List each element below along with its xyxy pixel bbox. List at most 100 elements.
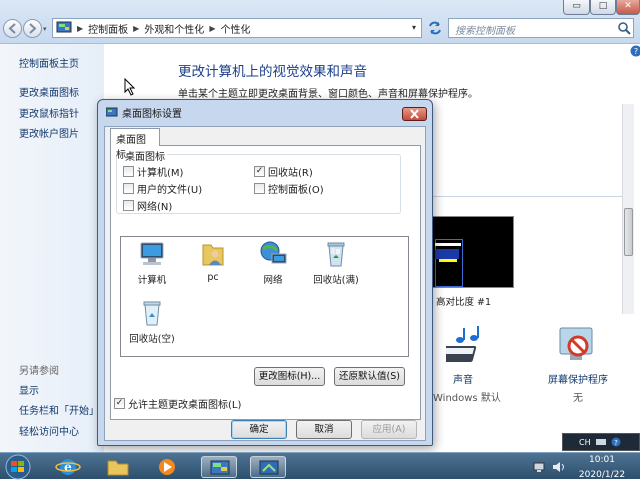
list-item[interactable]: pc: [185, 240, 241, 283]
folder-icon: [100, 456, 136, 478]
maximize-button[interactable]: □: [590, 0, 616, 15]
sidebar-link-taskbar[interactable]: 任务栏和「开始」: [19, 402, 99, 417]
checkbox-network[interactable]: 网络(N): [123, 198, 172, 213]
checkbox-label: 控制面板(O): [268, 181, 324, 196]
search-icon[interactable]: [617, 21, 631, 35]
list-item[interactable]: 回收站(空): [124, 299, 180, 345]
apply-button[interactable]: 应用(A): [361, 420, 417, 439]
ok-button[interactable]: 确定: [231, 420, 287, 439]
cancel-button[interactable]: 取消: [296, 420, 352, 439]
breadcrumb-item[interactable]: 控制面板: [88, 21, 128, 36]
screensaver-link[interactable]: 屏幕保护程序: [548, 371, 608, 386]
checkbox-control-panel[interactable]: 控制面板(O): [254, 181, 324, 196]
taskbar-item-desktop-icon-settings[interactable]: [250, 456, 286, 478]
recent-pages-chevron-icon[interactable]: ▾: [43, 25, 47, 33]
forward-button[interactable]: [23, 19, 42, 38]
breadcrumb-item[interactable]: 外观和个性化: [144, 21, 204, 36]
sidebar-link-desktop-icons[interactable]: 更改桌面图标: [19, 84, 79, 99]
address-dropdown-icon[interactable]: ▾: [412, 23, 416, 32]
breadcrumb-separator-icon: ▶: [209, 24, 215, 33]
start-button-icon[interactable]: [4, 454, 32, 480]
help-icon[interactable]: ?: [630, 45, 640, 57]
dialog-close-button[interactable]: [402, 107, 427, 121]
tab-desktop-icons[interactable]: 桌面图标: [110, 128, 160, 146]
ime-language[interactable]: CH: [579, 438, 591, 447]
desktop-icons-group: 桌面图标 计算机(M) ✓回收站(R) 用户的文件(U) 控制面板(O) 网络(…: [116, 154, 401, 214]
sidebar-link-display[interactable]: 显示: [19, 382, 39, 397]
taskbar-item-ie[interactable]: e: [50, 456, 86, 478]
svg-text:?: ?: [634, 47, 638, 56]
restore-default-button[interactable]: 还原默认值(S): [334, 367, 405, 386]
theme-preview-title: [435, 249, 459, 259]
checkbox-label: 计算机(M): [137, 164, 183, 179]
checkbox-label: 允许主题更改桌面图标(L): [128, 396, 241, 411]
media-player-icon: [149, 456, 185, 478]
checkbox-box[interactable]: [123, 200, 134, 211]
refresh-button[interactable]: [426, 20, 444, 36]
checkbox-user-files[interactable]: 用户的文件(U): [123, 181, 202, 196]
recycle-bin-full-icon: [321, 240, 351, 268]
theme-thumbnail-high-contrast[interactable]: [432, 216, 514, 288]
screensaver-icon[interactable]: [556, 324, 596, 366]
checkbox-label: 用户的文件(U): [137, 181, 202, 196]
sidebar-link-home[interactable]: 控制面板主页: [19, 55, 79, 70]
volume-icon[interactable]: [552, 461, 566, 473]
checkbox-box-checked[interactable]: ✓: [114, 398, 125, 409]
theme-preview-bar: [435, 243, 461, 246]
list-item[interactable]: 计算机: [124, 240, 180, 286]
sidebar: 控制面板主页 更改桌面图标 更改鼠标指针 更改帐户图片 另请参阅 显示 任务栏和…: [0, 44, 104, 452]
taskbar-item-explorer[interactable]: [100, 456, 136, 478]
system-clock[interactable]: 10:01 2020/1/22: [572, 454, 632, 481]
divider: [433, 196, 623, 197]
icon-label: 计算机: [138, 275, 167, 286]
minimize-button[interactable]: ▭: [563, 0, 590, 15]
change-icon-button[interactable]: 更改图标(H)...: [254, 367, 325, 386]
breadcrumb-separator-icon: ▶: [77, 24, 83, 33]
icon-list[interactable]: 计算机 pc 网络 回收站(满) 回收站(空): [120, 236, 409, 357]
checkbox-label: 网络(N): [137, 198, 172, 213]
back-button[interactable]: [3, 19, 22, 38]
taskbar-item-control-panel[interactable]: [201, 456, 237, 478]
sidebar-link-ease-of-access[interactable]: 轻松访问中心: [19, 423, 79, 438]
breadcrumb-item[interactable]: 个性化: [220, 21, 250, 36]
sidebar-link-account-picture[interactable]: 更改帐户图片: [19, 125, 79, 140]
clock-time: 10:01: [572, 454, 632, 466]
taskbar-item-media-player[interactable]: [149, 456, 185, 478]
see-also-heading: 另请参阅: [19, 362, 59, 377]
keyboard-icon[interactable]: [596, 437, 606, 447]
checkbox-allow-themes[interactable]: ✓允许主题更改桌面图标(L): [114, 396, 241, 411]
checkbox-computer[interactable]: 计算机(M): [123, 164, 183, 179]
window-titlebar: ▭ □ ✕ ▾ ▶ 控制面板 ▶ 外观和个性化 ▶ 个性化 ▾ 搜索控制面板: [0, 0, 640, 44]
dialog-app-icon: [106, 107, 118, 119]
close-icon: [403, 108, 426, 120]
sound-link[interactable]: 声音: [453, 371, 473, 386]
scrollbar-thumb[interactable]: [624, 208, 633, 256]
checkbox-box[interactable]: [123, 183, 134, 194]
list-item[interactable]: 网络: [245, 240, 301, 286]
checkbox-box-checked[interactable]: ✓: [254, 166, 265, 177]
icon-label: 回收站(空): [129, 334, 174, 345]
checkbox-recycle-bin[interactable]: ✓回收站(R): [254, 164, 313, 179]
desktop-icon-settings-dialog: 桌面图标设置 桌面图标 桌面图标 计算机(M) ✓回收站(R) 用户的文件(U)…: [97, 99, 433, 446]
internet-explorer-icon: e: [50, 456, 86, 478]
checkbox-box[interactable]: [123, 166, 134, 177]
list-item[interactable]: 回收站(满): [303, 240, 369, 286]
search-input[interactable]: 搜索控制面板: [448, 18, 634, 38]
user-folder-icon: [198, 240, 228, 268]
address-bar[interactable]: ▶ 控制面板 ▶ 外观和个性化 ▶ 个性化: [52, 18, 422, 38]
checkbox-box[interactable]: [254, 183, 265, 194]
back-arrow-icon: [4, 20, 21, 37]
ime-toolbar[interactable]: CH ?: [562, 433, 640, 451]
clock-date: 2020/1/22: [572, 469, 632, 481]
taskbar: e: [0, 452, 640, 479]
network-tray-icon[interactable]: [533, 461, 547, 473]
scrollbar[interactable]: [622, 104, 634, 314]
ime-help-icon[interactable]: ?: [611, 437, 621, 447]
theme-label[interactable]: 高对比度 #1: [436, 294, 491, 308]
icon-label: 网络: [263, 275, 282, 286]
control-panel-icon: [56, 21, 72, 35]
sound-icon[interactable]: [446, 326, 486, 368]
group-label: 桌面图标: [123, 148, 167, 163]
sidebar-link-mouse-pointer[interactable]: 更改鼠标指针: [19, 105, 79, 120]
close-button[interactable]: ✕: [616, 0, 640, 15]
